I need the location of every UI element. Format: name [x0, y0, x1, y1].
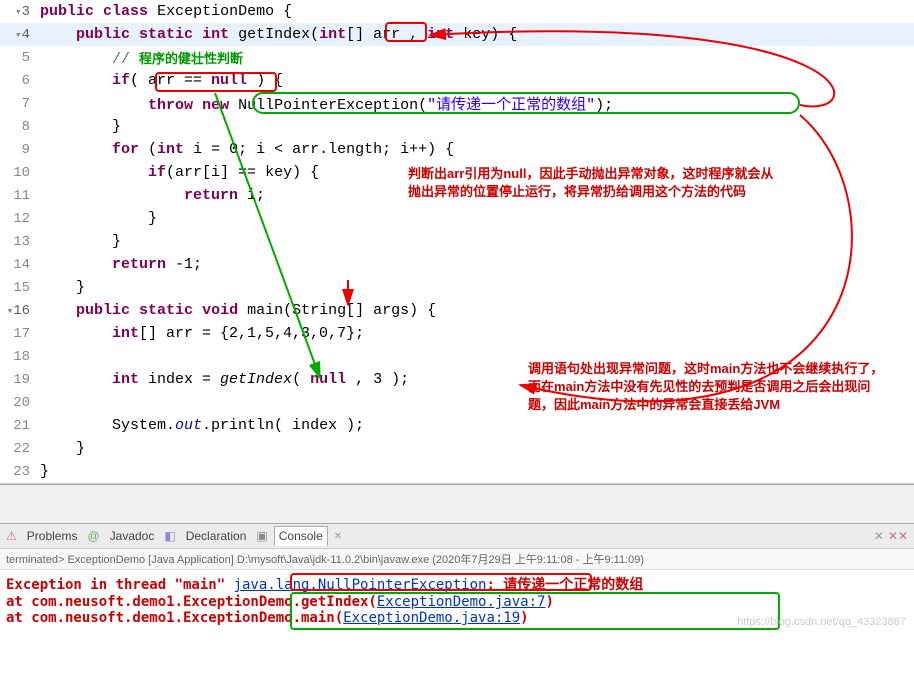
code-content[interactable]	[40, 348, 49, 365]
tab-declaration[interactable]: Declaration	[182, 527, 251, 545]
console-icon: ▣	[256, 529, 267, 543]
code-content[interactable]: }	[40, 233, 121, 250]
tab-close-icon[interactable]: ✕	[334, 531, 342, 542]
console-output[interactable]: Exception in thread "main" java.lang.Nul…	[0, 570, 914, 630]
line-number: ▾16	[0, 303, 40, 319]
line-number: 14	[0, 257, 40, 273]
declaration-icon: ◧	[164, 529, 175, 543]
console-line: Exception in thread "main" java.lang.Nul…	[6, 574, 908, 594]
exception-link[interactable]: java.lang.NullPointerException	[234, 577, 487, 593]
code-content[interactable]: public static int getIndex(int[] arr , i…	[40, 26, 517, 43]
code-content[interactable]: return -1;	[40, 256, 202, 273]
code-content[interactable]: }	[40, 440, 85, 457]
line-number: 20	[0, 395, 40, 411]
panel-separator[interactable]	[0, 484, 914, 524]
code-content[interactable]: for (int i = 0; i < arr.length; i++) {	[40, 141, 454, 158]
line-number: 17	[0, 326, 40, 342]
annotation-comment: 程序的健壮性判断	[139, 52, 243, 67]
line-number: 5	[0, 50, 40, 66]
console-line: at com.neusoft.demo1.ExceptionDemo.getIn…	[6, 594, 908, 610]
code-content[interactable]: if(arr[i] == key) {	[40, 164, 319, 181]
source-link[interactable]: ExceptionDemo.java:7	[377, 594, 546, 610]
bottom-tab-bar: ⚠ Problems @ Javadoc ◧ Declaration ▣ Con…	[0, 524, 914, 549]
line-number: 15	[0, 280, 40, 296]
code-content[interactable]: }	[40, 463, 49, 480]
terminated-label: terminated> ExceptionDemo [Java Applicat…	[0, 549, 914, 570]
code-content[interactable]: }	[40, 210, 157, 227]
line-number: ▾3	[0, 4, 40, 20]
code-editor[interactable]: ▾3public class ExceptionDemo { ▾4 public…	[0, 0, 914, 484]
line-number: 19	[0, 372, 40, 388]
line-number: 13	[0, 234, 40, 250]
watermark: https://blog.csdn.net/qq_43323867	[737, 616, 906, 628]
line-number: 21	[0, 418, 40, 434]
remove-launch-icon[interactable]: ✕	[874, 529, 884, 543]
code-content[interactable]: int[] arr = {2,1,5,4,3,0,7};	[40, 325, 364, 342]
line-number: 12	[0, 211, 40, 227]
javadoc-icon: @	[87, 529, 99, 543]
line-number: 8	[0, 119, 40, 135]
code-content[interactable]: public static void main(String[] args) {	[40, 302, 436, 319]
code-content[interactable]: }	[40, 279, 85, 296]
fold-icon[interactable]: ▾	[3, 304, 13, 318]
tab-console[interactable]: Console	[274, 526, 328, 546]
line-number: 10	[0, 165, 40, 181]
code-content[interactable]: public class ExceptionDemo {	[40, 3, 292, 20]
line-number: 7	[0, 96, 40, 112]
line-number: 9	[0, 142, 40, 158]
code-content[interactable]: return i;	[40, 187, 265, 204]
fold-icon[interactable]: ▾	[12, 28, 22, 42]
problems-icon: ⚠	[6, 529, 17, 543]
code-content[interactable]: if( arr == null ) {	[40, 72, 283, 89]
line-number: 11	[0, 188, 40, 204]
line-number: ▾4	[0, 27, 40, 43]
code-content[interactable]	[40, 394, 49, 411]
line-number: 23	[0, 464, 40, 480]
code-content[interactable]: System.out.println( index );	[40, 417, 364, 434]
tab-javadoc[interactable]: Javadoc	[106, 527, 159, 545]
remove-all-launches-icon[interactable]: ✕✕	[888, 529, 908, 543]
code-content[interactable]: // 程序的健壮性判断	[40, 48, 243, 68]
tab-problems[interactable]: Problems	[23, 527, 82, 545]
code-content[interactable]: }	[40, 118, 121, 135]
code-content[interactable]: throw new NullPointerException("请传递一个正常的…	[40, 93, 613, 114]
code-content[interactable]: int index = getIndex( null , 3 );	[40, 371, 409, 388]
line-number: 18	[0, 349, 40, 365]
source-link[interactable]: ExceptionDemo.java:19	[343, 610, 520, 626]
line-number: 6	[0, 73, 40, 89]
fold-icon[interactable]: ▾	[12, 5, 22, 19]
line-number: 22	[0, 441, 40, 457]
